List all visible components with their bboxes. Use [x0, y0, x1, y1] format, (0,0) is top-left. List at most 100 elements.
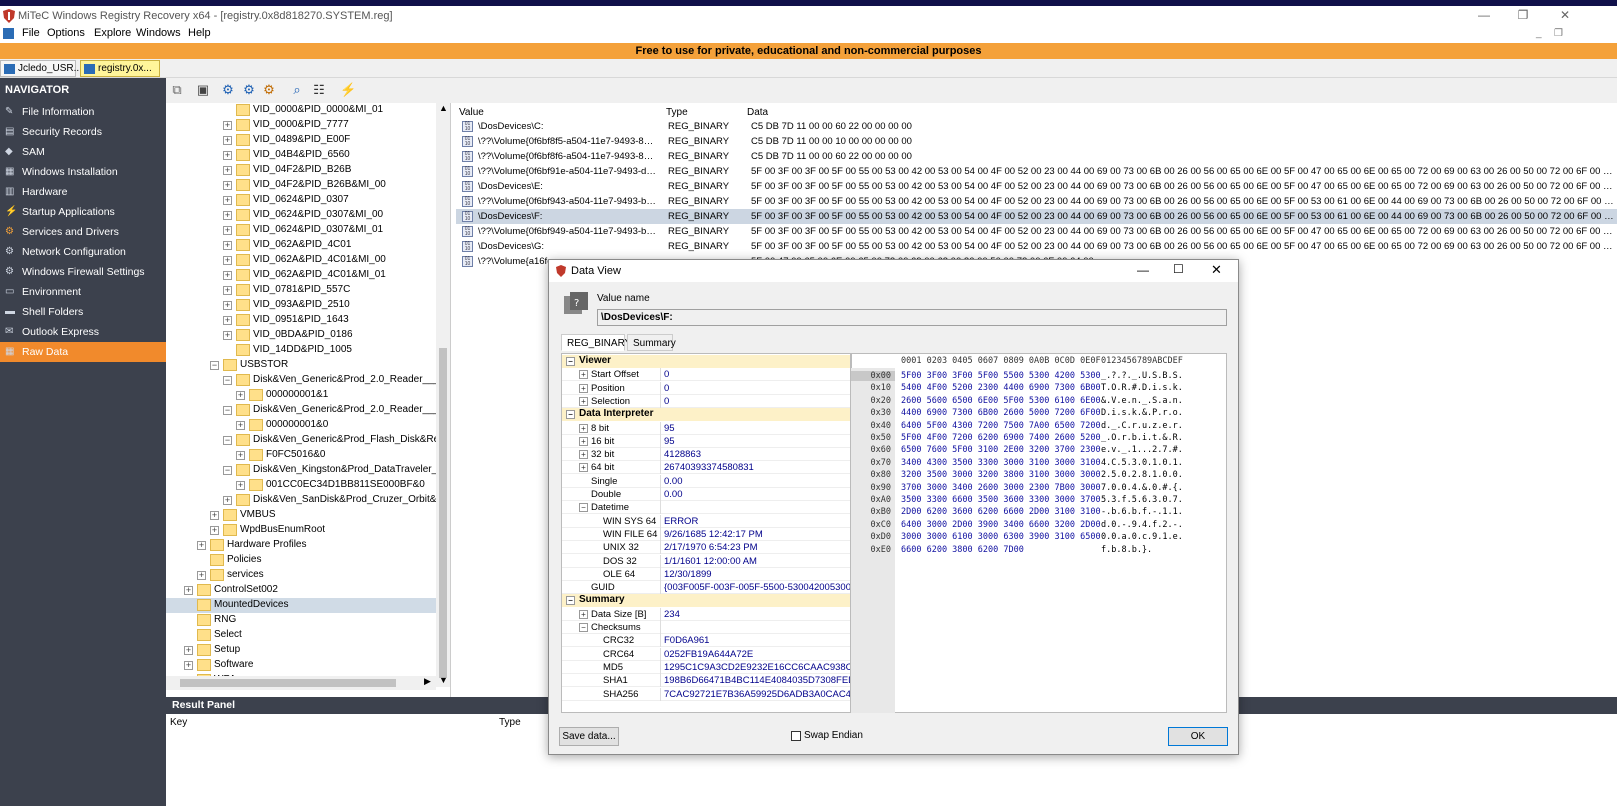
tree-horizontal-scrollbar[interactable]: ▶: [166, 676, 436, 690]
nav-item[interactable]: ▭ Environment: [0, 282, 166, 302]
hex-ascii[interactable]: e.v._.1...2.7.#.: [1101, 445, 1183, 455]
tree-node[interactable]: + VID_04B4&PID_6560: [166, 148, 436, 163]
grid-section[interactable]: − Data Interpreter: [562, 408, 850, 422]
hex-bytes[interactable]: 3400 4300 3500 3300 3000 3100 3000 3100: [901, 458, 1101, 468]
hex-bytes[interactable]: 3000 3000 6100 3000 6300 3900 3100 6500: [901, 532, 1101, 542]
dialog-close-icon[interactable]: ✕: [1211, 262, 1222, 278]
tree-node[interactable]: + Software: [166, 658, 436, 673]
mdi-restore-icon[interactable]: ❐: [1554, 28, 1563, 39]
nav-item[interactable]: ▬ Shell Folders: [0, 302, 166, 322]
expand-icon[interactable]: +: [236, 451, 245, 460]
tree-node[interactable]: + VID_062A&PID_4C01&MI_00: [166, 253, 436, 268]
grid-row[interactable]: − Checksums: [562, 621, 850, 634]
hex-ascii[interactable]: -.b.6.b.f.-.1.1.: [1101, 507, 1183, 517]
expand-icon[interactable]: +: [579, 370, 588, 380]
hex-bytes[interactable]: 5F00 3F00 3F00 5F00 5500 5300 4200 5300: [901, 371, 1101, 381]
collapse-icon[interactable]: −: [210, 361, 219, 370]
tree-node[interactable]: − Disk&Ven_Kingston&Prod_DataTraveler_G3&…: [166, 463, 436, 478]
expand-icon[interactable]: +: [223, 331, 232, 340]
grid-row[interactable]: + Position 0: [562, 381, 850, 395]
expand-icon[interactable]: +: [184, 661, 193, 670]
expand-icon[interactable]: +: [223, 196, 232, 205]
list-row[interactable]: 01 10 \??\Volume{0f6bf943-a504-11e7-9493-…: [456, 194, 1617, 209]
tree-node[interactable]: RNG: [166, 613, 436, 628]
grid-row[interactable]: Single 0.00: [562, 474, 850, 488]
tree-node[interactable]: MountedDevices: [166, 598, 436, 613]
list-row[interactable]: 01 10 \??\Volume{0f6bf8f6-a504-11e7-9493-…: [456, 149, 1617, 164]
result-col-type[interactable]: Type: [499, 717, 521, 728]
expand-icon[interactable]: +: [223, 286, 232, 295]
hex-ascii[interactable]: &.V.e.n._.S.a.n.: [1101, 396, 1183, 406]
tree-node[interactable]: + services: [166, 568, 436, 583]
registry-search-icon[interactable]: ⚙: [242, 83, 256, 97]
hex-bytes[interactable]: 6400 5F00 4300 7200 7500 7A00 6500 7200: [901, 421, 1101, 431]
restore-icon[interactable]: ❐: [1509, 8, 1537, 22]
hex-ascii[interactable]: 0.0.a.0.c.9.1.e.: [1101, 532, 1183, 542]
tree-node[interactable]: Policies: [166, 553, 436, 568]
scroll-right-icon[interactable]: ▶: [424, 676, 431, 687]
list-row[interactable]: 01 10 \DosDevices\G: REG_BINARY 5F 00 3F 00…: [456, 239, 1617, 254]
grid-row[interactable]: + Selection 0: [562, 394, 850, 408]
expand-icon[interactable]: +: [223, 301, 232, 310]
registry-compare-icon[interactable]: ⚙: [262, 83, 276, 97]
doc-tab-user[interactable]: Jcledo_USR...: [0, 60, 82, 77]
tree-node[interactable]: +000000001&1: [166, 388, 436, 403]
hex-bytes[interactable]: 3200 3500 3000 3200 3800 3100 3000 3000: [901, 470, 1101, 480]
hex-ascii[interactable]: 4.C.5.3.0.1.0.1.: [1101, 458, 1183, 468]
collapse-icon[interactable]: −: [566, 596, 575, 606]
tree-node[interactable]: Select: [166, 628, 436, 643]
tree-node[interactable]: + VID_062A&PID_4C01: [166, 238, 436, 253]
tree-node[interactable]: + VID_0624&PID_0307&MI_00: [166, 208, 436, 223]
expand-icon[interactable]: +: [223, 166, 232, 175]
expand-icon[interactable]: +: [579, 450, 588, 460]
tree-node[interactable]: + VID_04F2&PID_B26B: [166, 163, 436, 178]
list-row[interactable]: 01 10 \DosDevices\F: REG_BINARY 5F 00 3F 00…: [456, 209, 1617, 224]
nav-item[interactable]: ▥ Hardware: [0, 182, 166, 202]
tree-node[interactable]: + Disk&Ven_SanDisk&Prod_Cruzer_Orbit&Rev_…: [166, 493, 436, 508]
nav-item[interactable]: ⚙ Network Configuration: [0, 242, 166, 262]
menu-windows[interactable]: Windows: [134, 27, 183, 39]
hex-bytes[interactable]: 5F00 4F00 7200 6200 6900 7400 2600 5200: [901, 433, 1101, 443]
grid-row[interactable]: − Datetime: [562, 501, 850, 515]
tree-node[interactable]: +001CC0EC34D1BB811SE000BF&0: [166, 478, 436, 493]
grid-section[interactable]: − Viewer: [562, 355, 850, 368]
copy-icon[interactable]: ⧉: [170, 83, 184, 97]
value-name-field[interactable]: \DosDevices\F:: [597, 309, 1227, 326]
grid-row[interactable]: +8 bit 95: [562, 421, 850, 435]
collapse-icon[interactable]: −: [579, 503, 588, 513]
hex-ascii[interactable]: 7.0.0.4.&.0.#.{.: [1101, 483, 1183, 493]
hex-bytes[interactable]: 6400 3000 2D00 3900 3400 6600 3200 2D00: [901, 520, 1101, 530]
tree-vertical-scrollbar[interactable]: ▲ ▼: [436, 103, 450, 687]
expand-icon[interactable]: +: [236, 481, 245, 490]
expand-icon[interactable]: +: [223, 181, 232, 190]
collapse-icon[interactable]: −: [566, 410, 575, 420]
expand-icon[interactable]: +: [223, 121, 232, 130]
scroll-down-icon[interactable]: ▼: [439, 675, 448, 685]
grid-row[interactable]: Double 0.00: [562, 488, 850, 501]
tree-node[interactable]: +000000001&0: [166, 418, 436, 433]
grid-row[interactable]: SHA256 7CAC92721E7B36A59925D6ADB3A0CAC4..…: [562, 687, 850, 701]
scroll-up-icon[interactable]: ▲: [439, 103, 448, 113]
grid-row[interactable]: +64 bit 26740393374580831: [562, 461, 850, 475]
expand-icon[interactable]: +: [579, 423, 588, 433]
grid-row[interactable]: CRC64 0252FB19A644A72E: [562, 647, 850, 661]
expand-icon[interactable]: +: [210, 526, 219, 535]
collapse-icon[interactable]: −: [223, 466, 232, 475]
ok-button[interactable]: OK: [1168, 727, 1228, 746]
mdi-minimize-icon[interactable]: _: [1536, 28, 1542, 39]
filter-icon[interactable]: ☷: [312, 83, 326, 97]
expand-icon[interactable]: +: [579, 396, 588, 406]
col-header-type[interactable]: Type: [666, 107, 688, 118]
grid-row[interactable]: MD5 1295C1C9A3CD2E9232E16CC6CAAC938C: [562, 660, 850, 674]
hex-bytes[interactable]: 2D00 6200 3600 6200 6600 2D00 3100 3100: [901, 507, 1101, 517]
menu-explore[interactable]: Explore: [92, 27, 133, 39]
tree-node[interactable]: − USBSTOR: [166, 358, 436, 373]
expand-icon[interactable]: +: [197, 571, 206, 580]
menu-help[interactable]: Help: [186, 27, 213, 39]
expand-icon[interactable]: +: [223, 136, 232, 145]
hex-ascii[interactable]: D.i.s.k.&.P.r.o.: [1101, 408, 1183, 418]
registry-go-icon[interactable]: ⚙: [221, 83, 235, 97]
grid-row[interactable]: DOS 32 1/1/1601 12:00:00 AM: [562, 554, 850, 568]
collapse-icon[interactable]: −: [223, 406, 232, 415]
minimize-icon[interactable]: —: [1470, 8, 1498, 22]
